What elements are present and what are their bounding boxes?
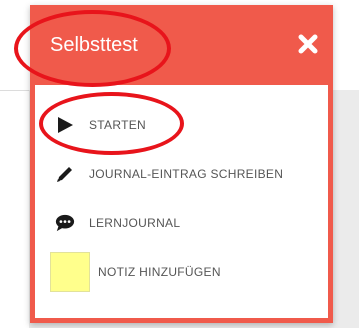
close-button[interactable] — [297, 33, 319, 55]
selbsttest-popup: Selbsttest STARTEN JOURNAL-EINTRAG SCHRE… — [30, 5, 333, 323]
pencil-icon — [55, 164, 75, 184]
speech-bubble-icon — [55, 213, 75, 233]
menu-item-lernjournal[interactable]: LERNJOURNAL — [35, 203, 328, 243]
note-color-swatch — [50, 252, 90, 292]
menu-item-notiz[interactable]: NOTIZ HINZUFÜGEN — [35, 252, 328, 292]
divider — [0, 90, 29, 91]
menu-item-journal-eintrag[interactable]: JOURNAL-EINTRAG SCHREIBEN — [35, 154, 328, 194]
play-icon — [55, 115, 75, 135]
menu-item-label: STARTEN — [89, 118, 146, 132]
popup-header: Selbsttest — [30, 5, 333, 85]
popup-title: Selbsttest — [50, 34, 138, 56]
page-background — [0, 0, 29, 328]
menu-item-label: NOTIZ HINZUFÜGEN — [98, 265, 221, 279]
menu-item-label: LERNJOURNAL — [89, 216, 181, 230]
popup-menu: STARTEN JOURNAL-EINTRAG SCHREIBEN LERNJO… — [35, 85, 328, 318]
close-icon — [298, 34, 318, 54]
menu-item-starten[interactable]: STARTEN — [35, 105, 328, 145]
menu-item-label: JOURNAL-EINTRAG SCHREIBEN — [89, 167, 284, 181]
